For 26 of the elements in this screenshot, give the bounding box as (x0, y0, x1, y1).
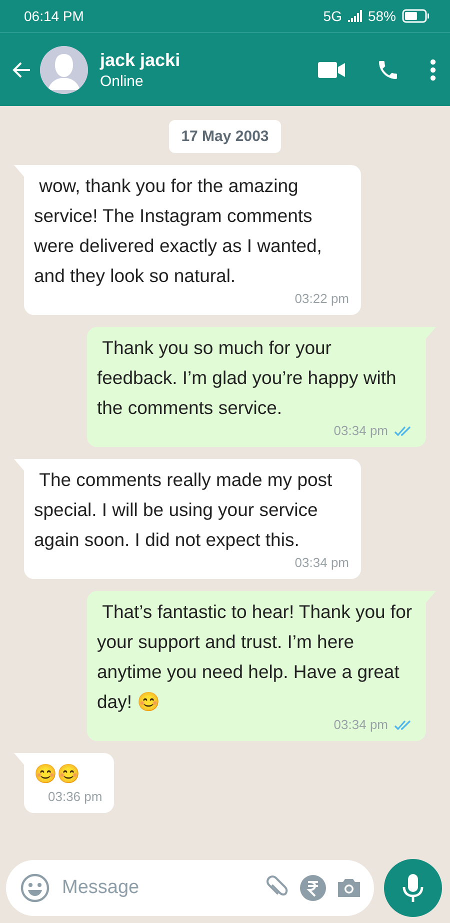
currency-icon[interactable] (300, 875, 326, 901)
status-time: 06:14 PM (24, 8, 84, 24)
message-text: That’s fantastic to hear! Thank you for your support and trust. I’m here anytime you need help. Have a great day! 😊 (97, 600, 412, 714)
microphone-icon (400, 872, 426, 904)
message-text: 😊😊 (34, 762, 81, 786)
message-input[interactable]: Message (60, 876, 254, 900)
camera-icon[interactable] (336, 877, 362, 899)
signal-icon (348, 10, 362, 22)
battery-icon (402, 9, 430, 23)
date-label: 17 May 2003 (169, 120, 281, 153)
message-time: 03:34 pm (334, 422, 388, 440)
emoji-icon[interactable] (20, 873, 50, 903)
message-time: 03:34 pm (334, 716, 388, 734)
message-time: 03:22 pm (294, 290, 349, 308)
menu-icon[interactable] (430, 58, 436, 80)
message-time: 03:36 pm (48, 788, 102, 806)
network-label: 5G (323, 8, 342, 24)
message-text: wow, thank you for the amazing service! The Instagram comments were delivered exactly as I wanted, and they look so natural. (34, 174, 323, 288)
avatar-icon[interactable] (40, 46, 88, 94)
contact-status: Online (100, 72, 144, 90)
battery-percent: 58% (368, 8, 396, 24)
message-text: Thank you so much for your feedback. I’m glad you’re happy with the comments service. (97, 336, 398, 420)
video-call-icon[interactable] (318, 60, 346, 80)
message-time: 03:34 pm (294, 554, 349, 572)
contact-name[interactable]: jack jacki (100, 50, 318, 70)
message-text: The comments really made my post special. I will be using your service again soon. I did not expect this. (34, 468, 334, 552)
